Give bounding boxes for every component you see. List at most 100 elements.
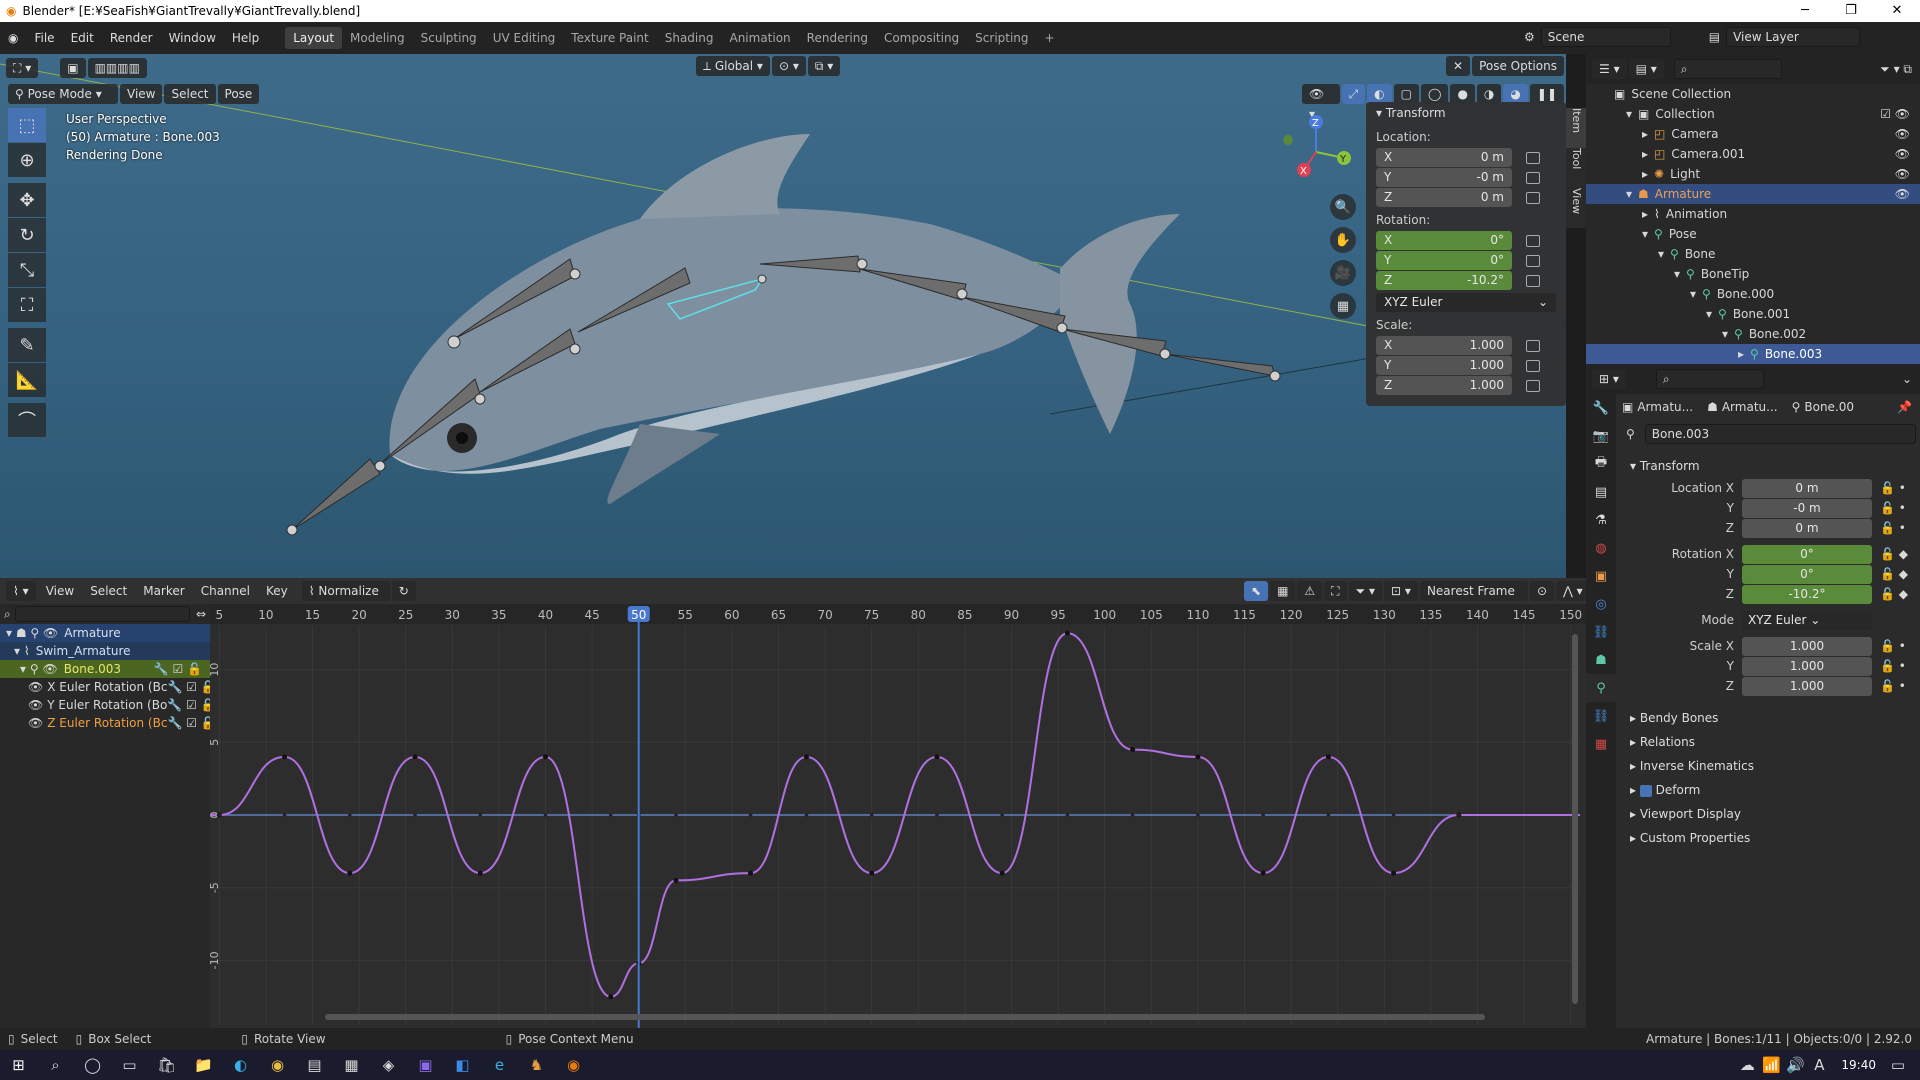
shading-wire-icon[interactable]: ◯: [1421, 84, 1449, 104]
select-box-modes-icon[interactable]: ▥▥▥▥: [87, 58, 147, 78]
normalize-refresh-icon[interactable]: ↻: [391, 581, 416, 601]
rotation-mode-dropdown[interactable]: XYZ Euler ⌄: [1742, 610, 1872, 630]
lock-icon[interactable]: 🔓 •: [1880, 521, 1906, 535]
properties-search-input[interactable]: ⌕: [1655, 369, 1764, 389]
channel-toggles-icon[interactable]: 🔧 ☑ 🔓: [154, 660, 210, 678]
tray-icon[interactable]: ☁: [1735, 1050, 1759, 1080]
channel-action[interactable]: ▾ ⌇ Swim_Armature: [0, 642, 210, 660]
scale-z-field[interactable]: Z 1.000: [1376, 376, 1512, 395]
scene-field[interactable]: Scene: [1540, 27, 1671, 47]
chevron-down-icon[interactable]: ⌄: [1902, 372, 1920, 386]
keyframe-point[interactable]: [1391, 870, 1397, 876]
shading-material-icon[interactable]: ◑: [1476, 84, 1502, 104]
keyframe-point[interactable]: [934, 754, 940, 760]
tool-tab-icon[interactable]: 🔧: [1586, 394, 1616, 422]
menu-select[interactable]: Select: [82, 580, 135, 602]
outliner-camera-001[interactable]: ▸ ◰ Camera.001 👁: [1586, 144, 1920, 164]
transform-panel-header[interactable]: ▾ Transform: [1366, 102, 1566, 124]
maximize-button[interactable]: ❐: [1828, 0, 1874, 22]
section-inverse-kinematics[interactable]: ▸ Inverse Kinematics: [1622, 754, 1916, 778]
eye-icon[interactable]: 👁: [1895, 124, 1910, 144]
app-icon[interactable]: ◈: [370, 1050, 407, 1080]
app-icon[interactable]: ▤: [296, 1050, 333, 1080]
proportional-icon[interactable]: ⊙: [1529, 581, 1554, 601]
channel-toggles-icon[interactable]: 🔧 ☑ 🔓: [167, 714, 210, 732]
breakdowner-tool-icon[interactable]: ⌒: [8, 403, 46, 437]
scale-x-field[interactable]: 1.000: [1742, 636, 1872, 656]
view-layer-icon[interactable]: ▤: [1709, 30, 1720, 44]
menu-marker[interactable]: Marker: [135, 580, 192, 602]
physics-tab-icon[interactable]: ◎: [1586, 590, 1616, 618]
shading-solid-icon[interactable]: ●: [1450, 84, 1475, 104]
network-icon[interactable]: 📶: [1759, 1050, 1783, 1080]
move-tool-icon[interactable]: ✥: [8, 183, 46, 217]
constraints-tab-icon[interactable]: ⛓: [1586, 618, 1616, 646]
snap-mode-dropdown[interactable]: Nearest Frame ▾: [1419, 581, 1528, 618]
add-workspace-icon[interactable]: +: [1037, 27, 1063, 49]
scale-tool-icon[interactable]: ⤡: [8, 253, 46, 287]
keyframe-point[interactable]: [412, 754, 418, 760]
section-viewport-display[interactable]: ▸ Viewport Display: [1622, 802, 1916, 826]
section-bendy-bones[interactable]: ▸ Bendy Bones: [1622, 706, 1916, 730]
cursor-tool-icon[interactable]: ⊕: [8, 143, 46, 177]
app-icon[interactable]: ♞: [518, 1050, 555, 1080]
keyframe-point[interactable]: [999, 870, 1005, 876]
channel-armature[interactable]: ▾ ☗ ⚲ 👁 Armature: [0, 624, 210, 642]
rotation-y-field[interactable]: Y 0°: [1376, 251, 1512, 270]
tab-animation[interactable]: Animation: [721, 27, 798, 49]
zoom-icon[interactable]: 🔍: [1330, 194, 1356, 220]
mode-dropdown[interactable]: ⚲ Pose Mode ▾: [8, 84, 118, 104]
keyframe-icon[interactable]: 🔓 ◆: [1880, 547, 1908, 561]
armature-data-tab-icon[interactable]: ☗: [1586, 646, 1616, 674]
app-icon[interactable]: ▣: [407, 1050, 444, 1080]
rotation-z-field[interactable]: -10.2°: [1742, 584, 1872, 604]
channel-toggles-icon[interactable]: 🔧 ☑ 🔓: [167, 678, 210, 696]
only-errors-icon[interactable]: ⚠: [1297, 581, 1323, 601]
outliner-bone-003[interactable]: ▸ ⚲ Bone.003: [1586, 344, 1920, 364]
only-selected-icon[interactable]: ⬉: [1244, 581, 1269, 601]
eye-icon[interactable]: 👁: [1895, 164, 1910, 184]
orientation-dropdown[interactable]: ⟂ Global ▾: [696, 56, 770, 76]
tab-view[interactable]: View: [1566, 188, 1586, 228]
outliner-bone-002[interactable]: ▾ ⚲ Bone.002: [1586, 324, 1920, 344]
scene-tab-icon[interactable]: ⚗: [1586, 506, 1616, 534]
rotation-y-field[interactable]: 0°: [1742, 564, 1872, 584]
normalize-view-icon[interactable]: ⛶: [1324, 581, 1347, 601]
output-tab-icon[interactable]: 🖶: [1586, 450, 1616, 478]
outliner-scene-collection[interactable]: ▣ Scene Collection: [1586, 84, 1920, 104]
show-hidden-icon[interactable]: ▦: [1270, 581, 1296, 601]
keyframe-icon[interactable]: 🔓 ◆: [1880, 587, 1908, 601]
outliner-camera[interactable]: ▸ ◰ Camera 👁: [1586, 124, 1920, 144]
keyframe-point[interactable]: [803, 754, 809, 760]
vertical-scrollbar[interactable]: [1572, 634, 1578, 1004]
channel-toggles-icon[interactable]: 🔧 ☑ 🔓: [167, 696, 210, 714]
falloff-icon[interactable]: ⋀ ▾: [1556, 581, 1590, 601]
lock-icon[interactable]: 🔓 •: [1880, 679, 1906, 693]
location-y-field[interactable]: Y -0 m: [1376, 168, 1512, 187]
menu-view[interactable]: View: [38, 580, 82, 602]
search-icon[interactable]: ⌕: [37, 1050, 74, 1080]
windows-start-icon[interactable]: ⊞: [0, 1050, 37, 1080]
section-deform[interactable]: ▸ Deform: [1622, 778, 1916, 802]
location-x-field[interactable]: 0 m: [1742, 478, 1872, 498]
outliner-armature[interactable]: ▾ ☗ Armature 👁: [1586, 184, 1920, 204]
menu-help[interactable]: Help: [224, 27, 267, 49]
menu-view[interactable]: View: [120, 84, 163, 104]
chrome-icon[interactable]: ◉: [259, 1050, 296, 1080]
bone-constraints-tab-icon[interactable]: ⛓: [1586, 702, 1616, 730]
editor-type-icon[interactable]: ☰ ▾: [1592, 59, 1627, 79]
tab-layout[interactable]: Layout: [285, 27, 343, 49]
pin-icon[interactable]: 📌: [1897, 400, 1912, 414]
explorer-icon[interactable]: 📁: [185, 1050, 222, 1080]
select-tool-icon[interactable]: ⬚: [8, 108, 46, 142]
blender-icon[interactable]: ◉: [555, 1050, 592, 1080]
app-icon[interactable]: ◧: [444, 1050, 481, 1080]
snap-icon[interactable]: ⧉ ▾: [807, 56, 841, 76]
bone-name-field[interactable]: Bone.003: [1644, 424, 1916, 444]
channel-bone-group[interactable]: ▾ ⚲ 👁 Bone.003 🔧 ☑ 🔓: [0, 660, 210, 678]
transform-section-header[interactable]: ▾ Transform: [1622, 454, 1916, 478]
keyframe-point[interactable]: [1130, 747, 1136, 753]
keyframe-point[interactable]: [543, 754, 549, 760]
render-tab-icon[interactable]: 📷: [1586, 422, 1616, 450]
eye-icon[interactable]: 👁: [1895, 144, 1910, 164]
